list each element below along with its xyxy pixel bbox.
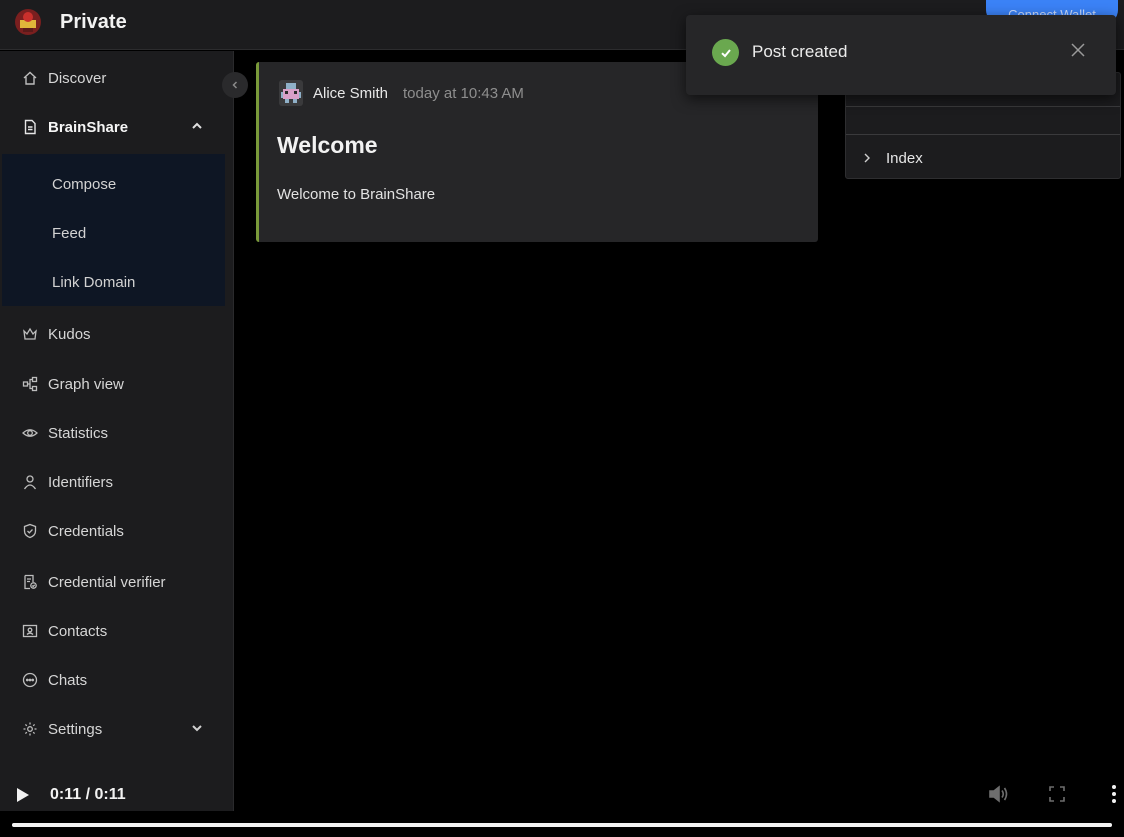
- video-progress-bar[interactable]: [12, 823, 1112, 827]
- submenu-item-link-domain[interactable]: Link Domain: [2, 262, 225, 302]
- sidebar-item-label: Statistics: [48, 424, 109, 442]
- sidebar: Discover BrainShare Compose Feed Link Do…: [0, 51, 234, 811]
- play-icon[interactable]: [14, 786, 32, 804]
- post-author[interactable]: Alice Smith: [313, 85, 388, 102]
- sidebar-item-graph-view[interactable]: Graph view: [0, 364, 226, 404]
- sidebar-item-credential-verifier[interactable]: Credential verifier: [0, 562, 226, 602]
- sidebar-item-label: BrainShare: [48, 118, 129, 136]
- document-check-icon: [22, 574, 38, 590]
- sidebar-item-kudos[interactable]: Kudos: [0, 314, 226, 354]
- sidebar-item-label: Settings: [48, 720, 103, 738]
- document-icon: [22, 119, 38, 135]
- post-timestamp: today at 10:43 AM: [403, 85, 524, 102]
- shield-check-icon: [22, 523, 38, 539]
- panel-row: [846, 107, 1120, 135]
- sidebar-item-label: Identifiers: [48, 473, 114, 491]
- volume-icon[interactable]: [988, 784, 1010, 804]
- submenu-item-compose[interactable]: Compose: [2, 164, 225, 204]
- video-progress-fill: [12, 823, 1112, 827]
- post-title: Welcome: [277, 132, 378, 158]
- sidebar-item-label: Chats: [48, 671, 88, 689]
- gear-icon: [22, 721, 38, 737]
- post-body: Welcome to BrainShare: [277, 186, 436, 203]
- chevron-left-icon: [232, 81, 238, 89]
- contact-card-icon: [22, 623, 38, 639]
- index-toggle[interactable]: Index: [846, 137, 1120, 179]
- video-time: 0:11 / 0:11: [50, 786, 126, 803]
- user-icon: [22, 474, 38, 490]
- sidebar-item-contacts[interactable]: Contacts: [0, 611, 226, 651]
- chevron-up-icon[interactable]: [190, 119, 204, 133]
- more-options-icon[interactable]: [1108, 784, 1120, 804]
- submenu-item-feed[interactable]: Feed: [2, 213, 225, 253]
- chevron-down-icon[interactable]: [190, 721, 204, 735]
- sidebar-item-credentials[interactable]: Credentials: [0, 511, 226, 551]
- close-icon[interactable]: [1068, 40, 1088, 60]
- chat-icon: [22, 672, 38, 688]
- brainshare-submenu: Compose Feed Link Domain: [2, 154, 225, 306]
- sidebar-item-discover[interactable]: Discover: [0, 58, 226, 98]
- sidebar-item-settings[interactable]: Settings: [0, 709, 226, 749]
- graph-icon: [22, 376, 38, 392]
- crown-icon: [22, 326, 38, 342]
- chevron-right-icon: [864, 153, 870, 163]
- check-circle-icon: [712, 39, 739, 66]
- workspace-title: Private: [60, 10, 127, 33]
- index-label: Index: [886, 149, 923, 167]
- home-icon: [22, 70, 38, 86]
- sidebar-item-statistics[interactable]: Statistics: [0, 413, 226, 453]
- sidebar-item-label: Credentials: [48, 522, 124, 540]
- sidebar-item-brainshare[interactable]: BrainShare: [0, 107, 226, 147]
- sidebar-item-identifiers[interactable]: Identifiers: [0, 462, 226, 502]
- fullscreen-icon[interactable]: [1048, 785, 1066, 803]
- sidebar-collapse-button[interactable]: [222, 72, 248, 98]
- avatar[interactable]: [279, 80, 303, 106]
- toast-message: Post created: [752, 42, 848, 61]
- video-controls: 0:11 / 0:11: [0, 775, 1124, 837]
- sidebar-item-label: Discover: [48, 69, 107, 87]
- sidebar-item-label: Contacts: [48, 622, 108, 640]
- sidebar-item-label: Credential verifier: [48, 573, 166, 591]
- sidebar-item-chats[interactable]: Chats: [0, 660, 226, 700]
- toast-notification: Post created: [686, 15, 1116, 95]
- sidebar-item-label: Graph view: [48, 375, 124, 393]
- eye-icon: [22, 425, 38, 441]
- logo-icon: [15, 9, 41, 35]
- sidebar-item-label: Kudos: [48, 325, 91, 343]
- app-window: Private Connect Wallet Discover BrainSha…: [0, 0, 1124, 837]
- brand[interactable]: Private: [14, 8, 127, 36]
